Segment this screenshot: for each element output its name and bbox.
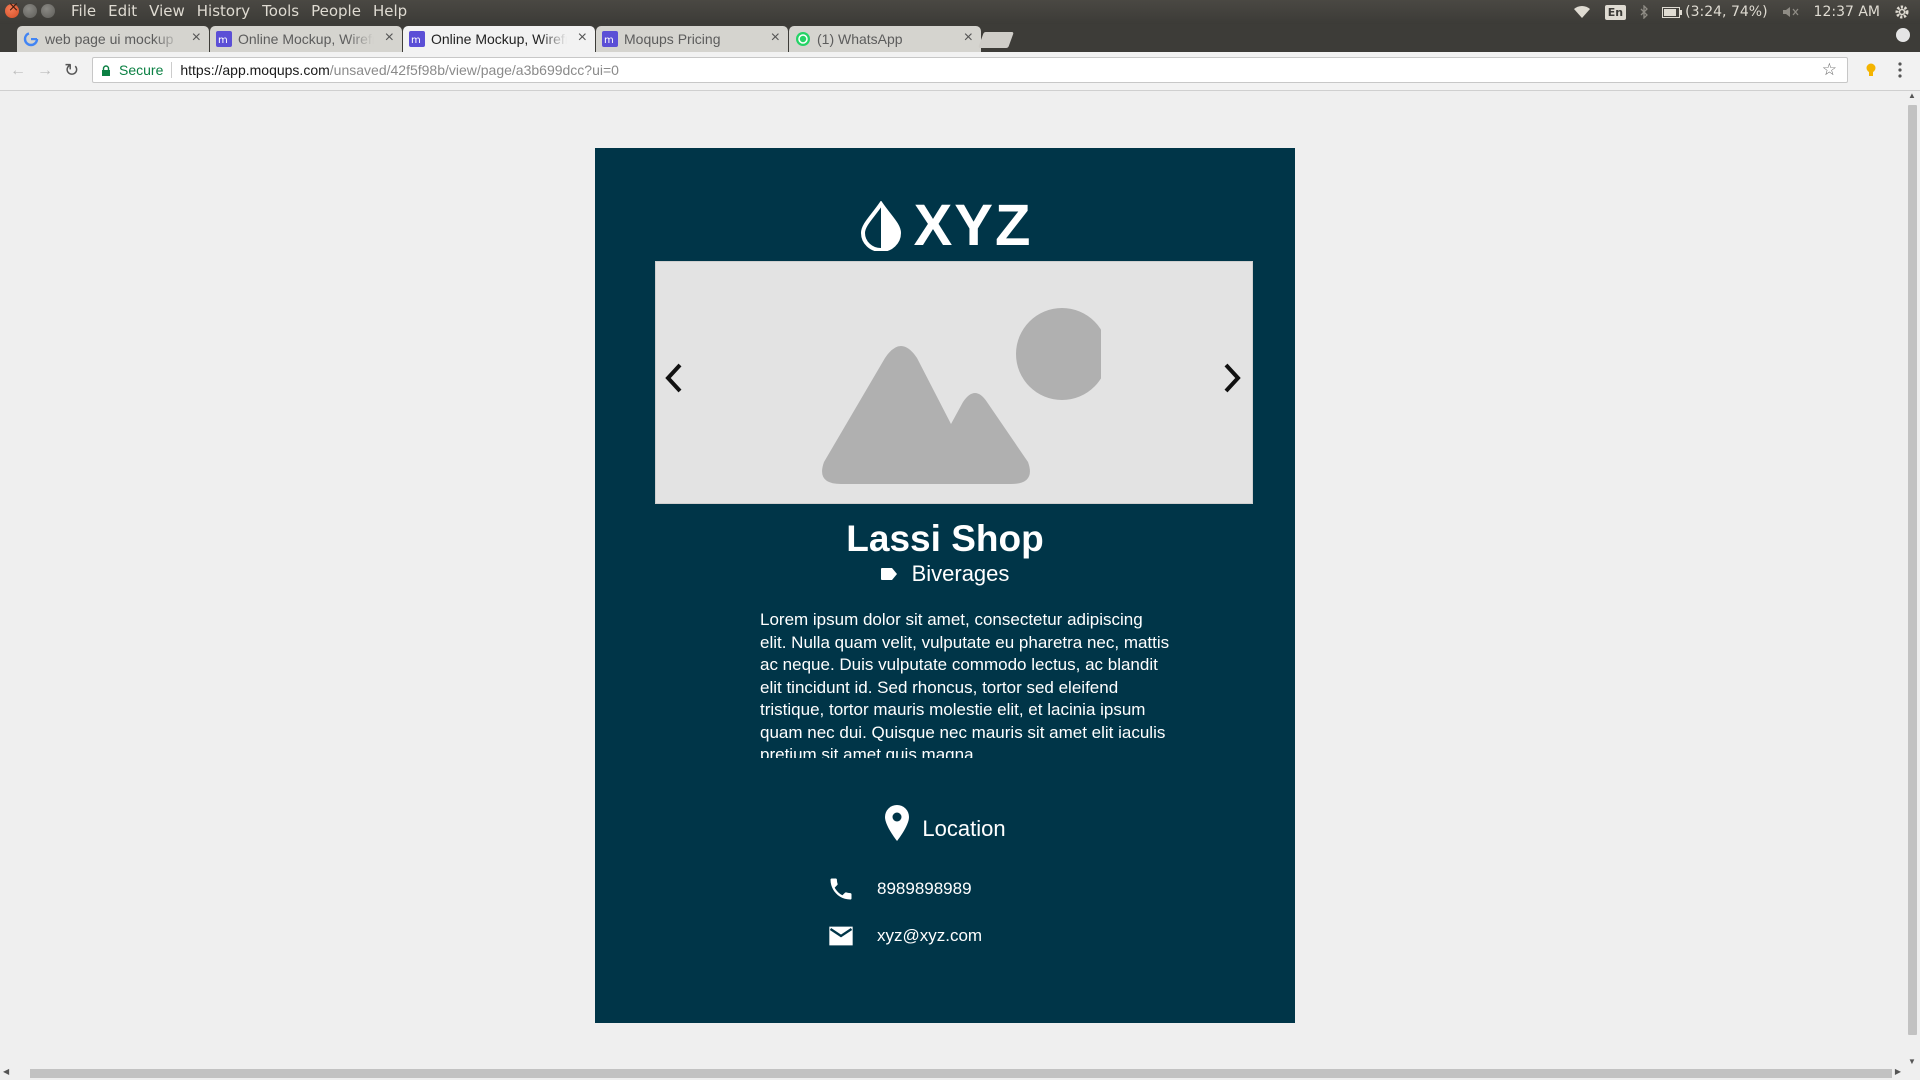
menu-help[interactable]: Help [373,2,407,20]
carousel-prev-arrow-icon[interactable] [663,362,685,394]
phone-icon [830,878,852,900]
svg-text:m: m [411,35,421,46]
forward-arrow-icon[interactable]: → [37,62,53,80]
shop-description: Lorem ipsum dolor sit amet, consectetur … [760,610,1170,758]
email-row[interactable]: xyz@xyz.com [827,922,982,950]
lock-icon [102,64,110,76]
scroll-up-arrow-icon[interactable]: ▲ [1908,91,1916,100]
image-carousel [655,261,1253,504]
email-envelope-icon [829,926,853,946]
window-maximize-button[interactable] [41,4,55,18]
browser-toolbar: ← → ↻ Secure https://app.moqups.com/unsa… [0,52,1920,91]
app-menu: File Edit View History Tools People Help [71,2,407,20]
svg-text:m: m [218,35,228,46]
bluetooth-icon[interactable] [1640,5,1649,19]
horizontal-scrollbar[interactable]: ◀ ▶ [0,1066,1904,1080]
menu-edit[interactable]: Edit [108,2,137,20]
location-label: Location [922,816,1006,841]
image-placeholder-icon [822,308,1101,484]
location-row[interactable]: Location [595,804,1295,842]
divider [171,62,173,78]
browser-tab-strip: web page ui mockup × m Online Mockup, Wi… [0,24,1920,52]
phone-number: 8989898989 [877,879,972,898]
tab-title: Online Mockup, Wireframe [238,31,374,47]
brand-logo: XYZ [595,196,1295,256]
menu-tools[interactable]: Tools [262,2,299,20]
category-row: Biverages [595,561,1295,587]
email-address: xyz@xyz.com [877,926,983,945]
tab-close-icon[interactable]: × [964,29,973,47]
new-tab-button[interactable] [978,32,1014,48]
tab-title: (1) WhatsApp [817,31,903,47]
system-tray: En (3:24, 74%) 12:37 AM [1573,2,1910,22]
menu-view[interactable]: View [149,2,185,20]
shop-name: Lassi Shop [846,518,1044,559]
tab-close-icon[interactable]: × [578,29,587,47]
battery-indicator[interactable]: (3:24, 74%) [1662,4,1768,20]
tab-close-icon[interactable]: × [385,29,394,47]
tab-moqups-1[interactable]: m Online Mockup, Wireframe × [210,26,402,52]
moqups-icon: m [216,31,232,47]
tab-close-icon[interactable]: × [771,29,780,47]
window-controls [5,0,55,18]
window-close-button[interactable] [5,0,19,18]
google-icon [23,31,39,47]
keyboard-layout-indicator[interactable]: En [1604,4,1627,20]
mockup-card: XYZ Lassi Shop Biverages Lorem ipsum dol… [595,148,1295,1023]
os-top-bar: File Edit View History Tools People Help… [0,0,1920,24]
phone-row[interactable]: 8989898989 [827,875,972,903]
location-pin-icon [885,805,910,841]
profile-icon[interactable] [1896,28,1910,42]
battery-icon [1662,6,1683,18]
tab-moqups-pricing[interactable]: m Moqups Pricing × [596,26,788,52]
moqups-icon: m [409,31,425,47]
brand-name: XYZ [913,193,1033,258]
menu-file[interactable]: File [71,2,96,20]
tab-moqups-active[interactable]: m Online Mockup, Wireframe × [403,26,595,52]
tab-title: web page ui mockup [45,31,174,47]
url-host[interactable]: https://app.moqups.com [180,62,329,78]
clock[interactable]: 12:37 AM [1814,4,1880,20]
tag-icon [880,568,897,580]
tab-whatsapp[interactable]: (1) WhatsApp × [789,26,981,52]
svg-text:m: m [604,35,614,46]
settings-gear-icon[interactable] [1894,4,1910,20]
reload-icon[interactable]: ↻ [64,60,79,81]
menu-people[interactable]: People [311,2,361,20]
horizontal-scroll-thumb[interactable] [30,1069,1892,1078]
scroll-right-arrow-icon[interactable]: ▶ [1895,1067,1901,1076]
tab-title: Moqups Pricing [624,31,721,47]
water-drop-icon [860,201,901,251]
menu-kebab-icon[interactable] [1898,62,1902,78]
tab-close-icon[interactable]: × [192,29,201,47]
carousel-next-arrow-icon[interactable] [1221,362,1243,394]
volume-muted-icon[interactable] [1782,6,1800,18]
scroll-down-arrow-icon[interactable]: ▼ [1908,1057,1916,1066]
moqups-icon: m [602,31,618,47]
scroll-left-arrow-icon[interactable]: ◀ [3,1067,9,1076]
wifi-icon[interactable] [1573,5,1591,19]
vertical-scroll-thumb[interactable] [1908,105,1917,1035]
battery-text: (3:24, 74%) [1685,4,1768,20]
tab-google-search[interactable]: web page ui mockup × [17,26,209,52]
category-label: Biverages [911,561,1010,586]
tab-title: Online Mockup, Wireframe [431,31,567,47]
window-minimize-button[interactable] [23,4,37,18]
back-arrow-icon[interactable]: ← [10,62,26,80]
security-label[interactable]: Secure [119,62,163,78]
whatsapp-icon [796,32,810,46]
bookmark-star-icon[interactable]: ☆ [1822,60,1837,80]
lightbulb-extension-icon[interactable] [1866,63,1876,77]
address-bar[interactable]: Secure https://app.moqups.com/unsaved/42… [92,57,1848,83]
vertical-scrollbar[interactable]: ▲ ▼ [1904,91,1920,1066]
url-path[interactable]: /unsaved/42f5f98b/view/page/a3b699dcc?ui… [330,62,619,78]
menu-history[interactable]: History [197,2,250,20]
